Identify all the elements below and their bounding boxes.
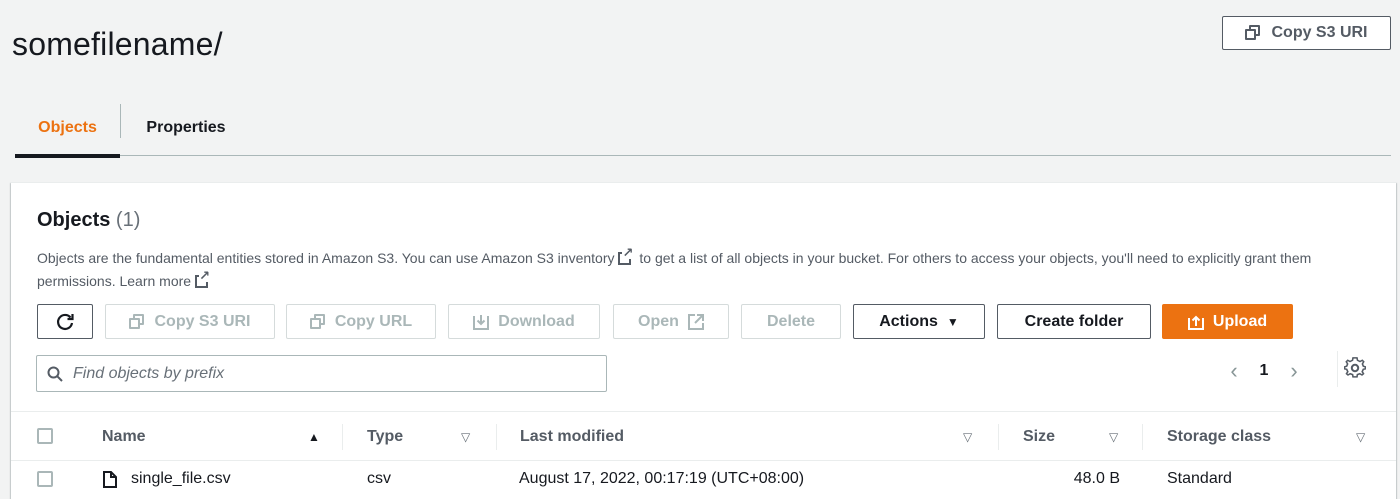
actions-label: Actions xyxy=(879,312,938,330)
refresh-icon xyxy=(56,313,74,330)
external-link-icon xyxy=(687,313,704,330)
delete-button[interactable]: Delete xyxy=(741,304,841,339)
tab-objects-label: Objects xyxy=(38,119,97,136)
column-divider xyxy=(342,424,343,450)
objects-table: Name ▲ Type ▽ Last modified ▽ Size ▽ Sto… xyxy=(11,411,1396,497)
tab-objects[interactable]: Objects xyxy=(15,100,120,158)
tab-bar: Objects Properties xyxy=(15,100,1391,158)
panel-description: Objects are the fundamental entities sto… xyxy=(37,246,1367,293)
column-header-storage-class[interactable]: Storage class xyxy=(1167,412,1271,462)
open-label: Open xyxy=(638,312,679,330)
sort-icon[interactable]: ▽ xyxy=(461,430,470,444)
inventory-link[interactable]: Amazon S3 inventory xyxy=(481,250,614,266)
panel-header: Objects (1) xyxy=(37,209,140,232)
file-name-link[interactable]: single_file.csv xyxy=(131,461,231,497)
tab-properties[interactable]: Properties xyxy=(121,100,251,156)
active-tab-indicator xyxy=(15,154,120,158)
file-icon xyxy=(103,471,117,488)
sort-ascending-icon[interactable]: ▲ xyxy=(308,430,320,444)
column-header-last-modified[interactable]: Last modified xyxy=(520,412,624,462)
column-header-name[interactable]: Name xyxy=(102,412,146,462)
sort-icon[interactable]: ▽ xyxy=(963,430,972,444)
create-folder-button[interactable]: Create folder xyxy=(997,304,1151,339)
page-title: somefilename/ xyxy=(12,26,223,62)
delete-label: Delete xyxy=(766,312,816,330)
open-button[interactable]: Open xyxy=(613,304,729,339)
current-page-number[interactable]: 1 xyxy=(1249,362,1279,380)
column-header-size[interactable]: Size xyxy=(1023,412,1055,462)
upload-label: Upload xyxy=(1212,312,1268,330)
cell-last-modified: August 17, 2022, 00:17:19 (UTC+08:00) xyxy=(519,470,805,487)
upload-icon xyxy=(1187,315,1204,330)
pagination-divider xyxy=(1337,351,1338,387)
column-divider xyxy=(496,424,497,450)
download-label: Download xyxy=(498,312,575,330)
learn-more-link[interactable]: Learn more xyxy=(119,273,191,289)
copy-url-icon xyxy=(309,313,326,330)
gear-icon[interactable] xyxy=(1344,357,1366,379)
next-page-icon[interactable]: › xyxy=(1279,358,1309,384)
row-checkbox[interactable] xyxy=(37,471,53,487)
pagination: ‹ 1 › xyxy=(1219,355,1309,387)
copy-s3-uri-button[interactable]: Copy S3 URI xyxy=(1222,16,1391,50)
copy-icon xyxy=(129,313,145,330)
search-field[interactable] xyxy=(36,355,607,392)
table-header: Name ▲ Type ▽ Last modified ▽ Size ▽ Sto… xyxy=(11,411,1396,461)
column-header-type[interactable]: Type xyxy=(367,412,403,462)
external-link-icon xyxy=(618,246,634,265)
download-button[interactable]: Download xyxy=(448,304,600,339)
tab-properties-label: Properties xyxy=(146,119,226,136)
caret-down-icon: ▼ xyxy=(946,314,959,329)
copy-s3-uri-label: Copy S3 URI xyxy=(1271,24,1368,41)
copy-s3-uri-toolbar-button[interactable]: Copy S3 URI xyxy=(105,304,275,339)
column-divider xyxy=(998,424,999,450)
select-all-checkbox[interactable] xyxy=(37,428,53,444)
description-text-1: Objects are the fundamental entities sto… xyxy=(37,250,482,266)
search-icon xyxy=(47,366,63,382)
cell-type: csv xyxy=(367,470,391,487)
upload-button[interactable]: Upload xyxy=(1162,304,1293,339)
sort-icon[interactable]: ▽ xyxy=(1109,430,1118,444)
external-link-icon xyxy=(195,269,210,288)
copy-icon xyxy=(1245,25,1261,41)
cell-size: 48.0 B xyxy=(1073,470,1120,487)
actions-dropdown-button[interactable]: Actions ▼ xyxy=(853,304,985,339)
prev-page-icon[interactable]: ‹ xyxy=(1219,358,1249,384)
sort-icon[interactable]: ▽ xyxy=(1356,430,1365,444)
copy-url-button[interactable]: Copy URL xyxy=(286,304,436,339)
copy-url-label: Copy URL xyxy=(334,312,413,330)
panel-title: Objects xyxy=(37,209,111,231)
search-input[interactable] xyxy=(73,364,593,383)
column-divider xyxy=(1142,424,1143,450)
download-icon xyxy=(473,314,490,330)
create-folder-label: Create folder xyxy=(1024,312,1124,330)
objects-panel: Objects (1) Objects are the fundamental … xyxy=(11,182,1396,499)
cell-storage-class: Standard xyxy=(1167,470,1232,487)
table-row[interactable]: single_file.csv csv August 17, 2022, 00:… xyxy=(11,461,1396,497)
refresh-button[interactable] xyxy=(37,304,93,339)
copy-s3-uri-toolbar-label: Copy S3 URI xyxy=(154,312,251,330)
object-count: (1) xyxy=(115,209,141,231)
